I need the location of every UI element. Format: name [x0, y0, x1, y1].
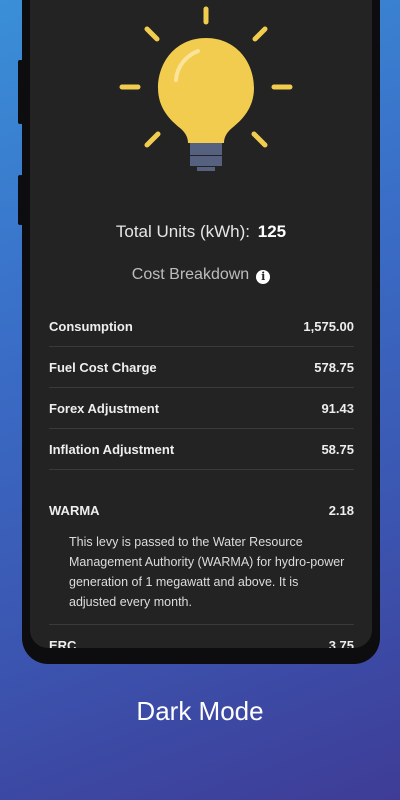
item-value: 578.75: [314, 359, 354, 375]
cost-breakdown-header: Cost Breakdown i: [30, 266, 372, 284]
list-item: Inflation Adjustment 58.75: [49, 429, 354, 470]
list-item: Forex Adjustment 91.43: [49, 388, 354, 429]
lightbulb-icon: [30, 0, 372, 200]
item-value: 2.18: [328, 503, 354, 518]
item-label: Inflation Adjustment: [49, 441, 175, 457]
item-label: Forex Adjustment: [49, 400, 160, 416]
cost-breakdown-list: Consumption 1,575.00 Fuel Cost Charge 57…: [49, 306, 354, 648]
list-item-warma[interactable]: WARMA 2.18: [49, 470, 354, 524]
warma-description: This levy is passed to the Water Resourc…: [49, 524, 354, 625]
info-icon[interactable]: i: [256, 270, 271, 284]
total-units: Total Units (kWh): 125: [30, 222, 372, 242]
item-label: Fuel Cost Charge: [49, 359, 157, 375]
total-units-label: Total Units (kWh):: [115, 222, 251, 241]
item-label: ERC: [49, 637, 77, 649]
item-label: WARMA: [49, 503, 100, 518]
list-item-erc[interactable]: ERC 3.75: [49, 625, 354, 649]
cost-breakdown-title: Cost Breakdown: [131, 266, 250, 283]
caption-title: Dark Mode: [136, 696, 264, 726]
list-item: Fuel Cost Charge 578.75: [49, 347, 354, 388]
item-value: 58.75: [321, 441, 354, 457]
item-value: 3.75: [328, 637, 354, 649]
list-item: Consumption 1,575.00: [49, 306, 354, 347]
app-screen: Total Units (kWh): 125 Cost Breakdown i C…: [30, 0, 372, 648]
phone-frame: Total Units (kWh): 125 Cost Breakdown i C…: [22, 0, 380, 664]
item-label: Consumption: [49, 318, 133, 334]
item-value: 91.43: [321, 400, 354, 416]
item-value: 1,575.00: [303, 318, 354, 334]
total-units-value: 125: [257, 222, 287, 241]
